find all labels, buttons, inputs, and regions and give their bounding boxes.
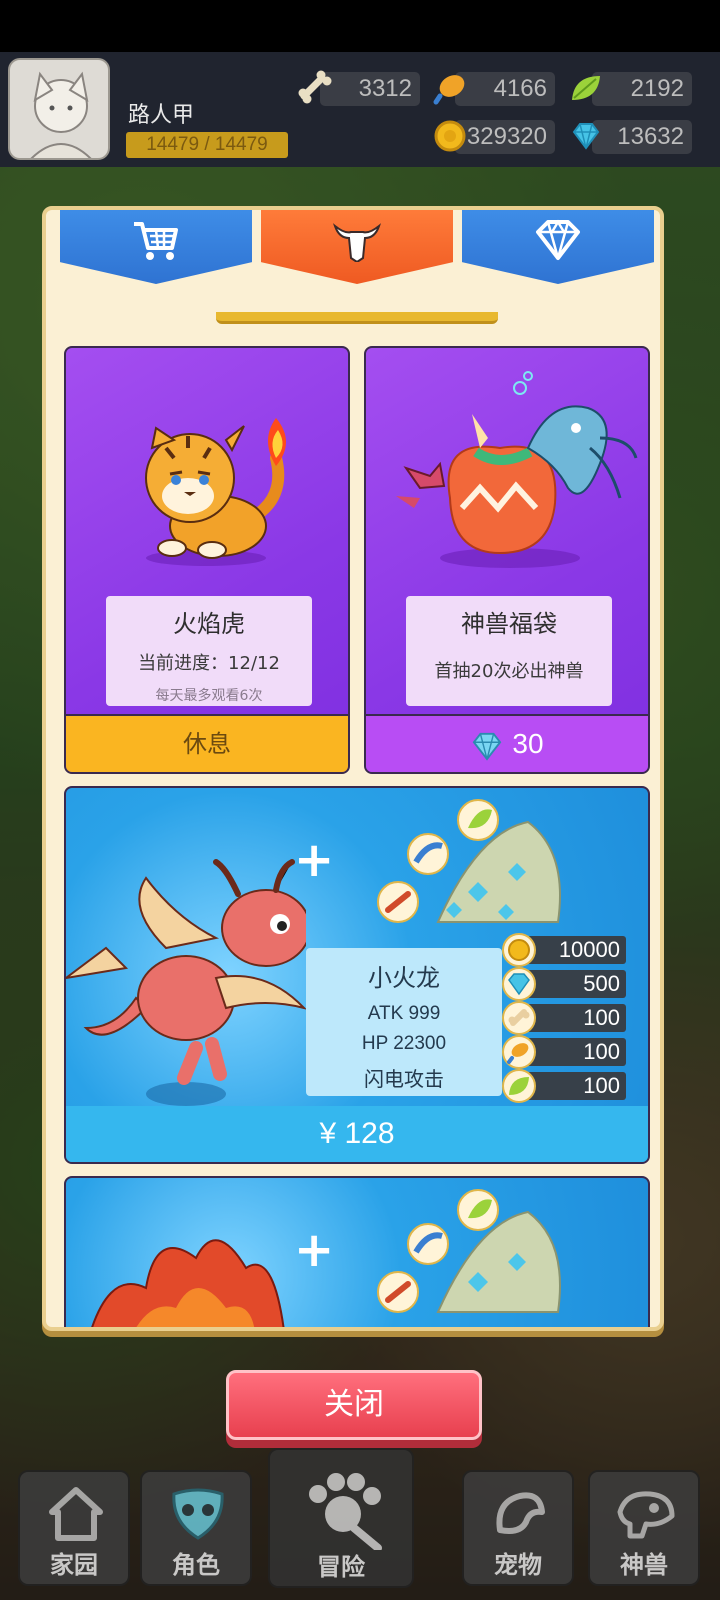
nav-adventure-label: 冒险 — [317, 1553, 365, 1581]
mask-icon — [172, 1488, 224, 1540]
lucky-bag-desc: 首抽20次必出神兽 — [434, 661, 584, 682]
reward-gem-amount: 500 — [583, 971, 620, 996]
pet-icon — [496, 1492, 545, 1534]
dragon-skill: 闪电攻击 — [364, 1067, 444, 1091]
close-button[interactable]: 关闭 — [226, 1370, 482, 1440]
cart-icon — [134, 222, 178, 260]
gem-icon — [473, 732, 502, 761]
status-bar — [0, 0, 720, 52]
nav-divine-beast-label: 神兽 — [620, 1551, 668, 1579]
gem-icon — [502, 967, 536, 1001]
tiger-image — [145, 418, 286, 566]
meat-counter: 4166 — [455, 72, 555, 106]
reward-leaf: 100 — [502, 1069, 626, 1103]
top-bar: 路人甲 14479 / 14479 3312 4166 2192 329320 … — [0, 52, 720, 167]
nav-character[interactable]: 角色 — [140, 1470, 252, 1586]
meat-icon — [502, 1035, 536, 1069]
reward-coin-amount: 10000 — [558, 937, 620, 962]
bone-counter: 3312 — [320, 72, 420, 106]
dragon-info-box: 小火龙 ATK 999 HP 22300 闪电攻击 — [306, 948, 502, 1096]
leaf-icon — [502, 1069, 536, 1103]
reward-meat-amount: 100 — [583, 1039, 620, 1064]
card-lucky-bag[interactable]: 神兽福袋 首抽20次必出神兽 30 — [364, 346, 650, 774]
shop-panel: 火焰虎 当前进度：12/12 每天最多观看6次 休息 神兽福袋 首抽20次必出神… — [42, 206, 664, 1331]
card-next-pack[interactable]: + — [64, 1176, 650, 1327]
diamond-icon — [536, 219, 580, 260]
avatar[interactable] — [8, 58, 110, 160]
coin-counter: 329320 — [455, 120, 555, 154]
nav-pets-label: 宠物 — [494, 1551, 542, 1579]
lucky-bag-title: 神兽福袋 — [461, 610, 557, 638]
tab-underline — [216, 312, 498, 324]
reward-bone: 100 — [502, 1001, 626, 1035]
lucky-bag-info-box: 神兽福袋 首抽20次必出神兽 — [406, 596, 612, 706]
reward-gem: 500 — [502, 967, 626, 1001]
reward-coin: 10000 — [502, 933, 626, 967]
leaf-counter: 2192 — [592, 72, 692, 106]
reward-items-image — [377, 1189, 561, 1313]
nav-character-label: 角色 — [172, 1551, 220, 1579]
tiger-note: 每天最多观看6次 — [155, 688, 263, 704]
dragon-atk: ATK 999 — [367, 1003, 441, 1024]
nav-divine-beast[interactable]: 神兽 — [588, 1470, 700, 1586]
reward-bone-amount: 100 — [583, 1005, 620, 1030]
meat-icon — [433, 75, 465, 105]
gem-icon — [572, 123, 600, 150]
lucky-bag-image — [396, 371, 638, 568]
rest-button[interactable]: 休息 — [66, 714, 348, 772]
tiger-title: 火焰虎 — [173, 610, 245, 638]
skull-icon — [332, 223, 382, 262]
paw-icon — [309, 1473, 382, 1550]
reward-leaf-amount: 100 — [583, 1073, 620, 1098]
nav-home[interactable]: 家园 — [18, 1470, 130, 1586]
dragon-image — [66, 859, 306, 1106]
lucky-bag-buy-button[interactable]: 30 — [366, 714, 648, 772]
card-dragon[interactable]: + 小火龙 ATK 999 HP 22300 闪电攻击 10000 500 10… — [64, 786, 650, 1164]
player-hp-bar: 14479 / 14479 — [126, 132, 288, 158]
nav-pets[interactable]: 宠物 — [462, 1470, 574, 1586]
tab-shop[interactable] — [60, 210, 252, 284]
dragon-hp: HP 22300 — [361, 1033, 447, 1054]
home-icon — [49, 1487, 103, 1541]
tiger-progress: 当前进度：12/12 — [138, 653, 280, 674]
bottom-nav: 家园 角色 冒险 宠物 神兽 — [0, 1448, 720, 1600]
tab-diamond[interactable] — [462, 210, 654, 284]
reward-meat: 100 — [502, 1035, 626, 1069]
tab-beast[interactable] — [261, 210, 453, 284]
coin-icon — [502, 933, 536, 967]
tiger-info-box: 火焰虎 当前进度：12/12 每天最多观看6次 — [106, 596, 312, 706]
fire-beast-image — [91, 1239, 285, 1327]
reward-items-image — [377, 799, 561, 923]
bone-icon — [502, 1001, 536, 1035]
nav-home-label: 家园 — [50, 1551, 98, 1579]
leaf-icon — [572, 76, 600, 100]
bone-icon — [298, 70, 332, 104]
lucky-bag-price: 30 — [512, 728, 544, 759]
dino-skull-icon — [617, 1491, 675, 1539]
dragon-buy-button[interactable]: ¥ 128 — [66, 1106, 648, 1162]
nav-adventure[interactable]: 冒险 — [268, 1448, 414, 1588]
coin-icon — [434, 120, 466, 152]
player-name: 路人甲 — [128, 103, 195, 128]
card-tiger[interactable]: 火焰虎 当前进度：12/12 每天最多观看6次 休息 — [64, 346, 350, 774]
gem-counter: 13632 — [592, 120, 692, 154]
dragon-name: 小火龙 — [368, 964, 440, 992]
